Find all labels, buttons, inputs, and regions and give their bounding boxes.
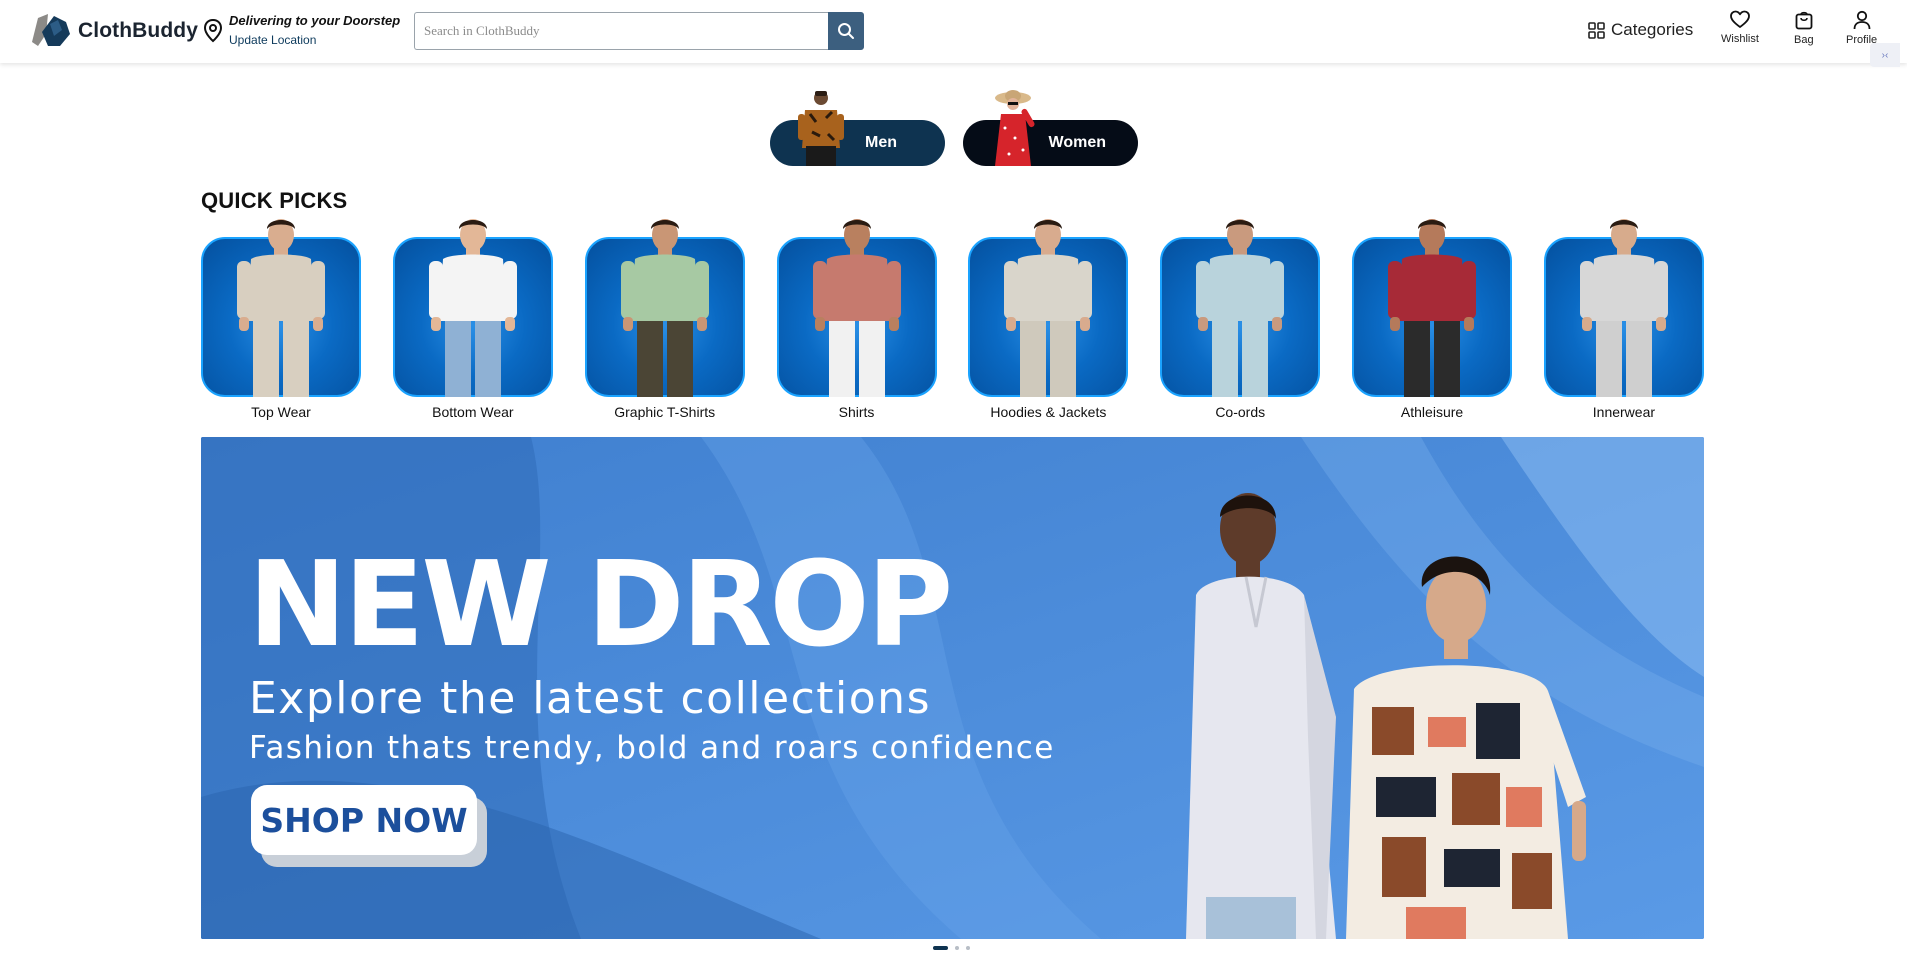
quick-pick-athleisure[interactable]: Athleisure: [1352, 217, 1513, 420]
men-button[interactable]: Men: [770, 88, 945, 166]
shopping-bag-icon: [1795, 11, 1813, 30]
heart-icon: [1730, 10, 1750, 28]
hero-banner[interactable]: NEW DROP Explore the latest collections …: [201, 437, 1704, 939]
quick-pick-label: Co-ords: [1215, 404, 1266, 420]
bag-button[interactable]: Bag: [1794, 10, 1814, 46]
banner-models-image: [1186, 493, 1586, 939]
shop-now-button[interactable]: SHOP NOW: [251, 785, 487, 867]
quick-pick-label: Bottom Wear: [432, 404, 514, 420]
model-image: [237, 219, 325, 397]
brand-logo-link[interactable]: ClothBuddy: [28, 12, 198, 50]
profile-button[interactable]: Profile: [1846, 10, 1877, 46]
quick-pick-label: Top Wear: [251, 404, 311, 420]
men-model-image: [798, 91, 844, 166]
carousel-dot-3[interactable]: [966, 946, 970, 950]
shop-now-label: SHOP NOW: [251, 785, 477, 855]
quick-pick-innerwear[interactable]: Innerwear: [1543, 217, 1704, 420]
search-input[interactable]: [414, 12, 828, 50]
categories-button[interactable]: Categories: [1588, 20, 1693, 40]
delivery-title: Delivering to your Doorstep: [229, 13, 401, 28]
wishlist-label: Wishlist: [1721, 33, 1759, 45]
bag-label: Bag: [1794, 34, 1814, 46]
women-label: Women: [1048, 134, 1106, 151]
wishlist-button[interactable]: Wishlist: [1721, 10, 1759, 45]
quick-pick-top-wear[interactable]: Top Wear: [201, 217, 361, 420]
quick-pick-shirts[interactable]: Shirts: [776, 217, 937, 420]
location-pin-icon: [203, 19, 223, 43]
top-header: ClothBuddy Delivering to your Doorstep U…: [0, 0, 1907, 67]
carousel-indicators: [933, 946, 970, 950]
gender-selector: Men Women: [770, 88, 1138, 166]
categories-label: Categories: [1611, 20, 1694, 39]
brand-logo-icon: [32, 14, 70, 46]
quick-pick-co-ords[interactable]: Co-ords: [1160, 217, 1321, 420]
banner-subheadline: Explore the latest collections: [249, 673, 931, 724]
user-icon: [1853, 10, 1870, 30]
model-image: [1579, 219, 1668, 397]
model-image: [428, 219, 517, 397]
carousel-dot-2[interactable]: [955, 946, 959, 950]
search-button[interactable]: [828, 12, 864, 50]
banner-headline: NEW DROP: [248, 535, 953, 673]
quick-pick-hoodies-jackets[interactable]: Hoodies & Jackets: [968, 217, 1129, 420]
quick-pick-bottom-wear[interactable]: Bottom Wear: [392, 217, 553, 420]
grid-icon: [1588, 21, 1605, 39]
quick-picks-list: Top Wear Bottom Wear Graphic T-Shirts Sh…: [201, 217, 1704, 420]
quick-pick-label: Shirts: [838, 404, 875, 420]
search-bar: [414, 12, 864, 50]
quick-pick-label: Athleisure: [1400, 404, 1464, 420]
quick-pick-label: Hoodies & Jackets: [990, 404, 1107, 420]
quick-picks-title: QUICK PICKS: [201, 188, 348, 213]
women-model-image: [995, 90, 1035, 166]
model-image: [1388, 219, 1477, 397]
update-location-link[interactable]: Update Location: [229, 33, 400, 47]
search-icon: [838, 23, 854, 39]
delivery-location[interactable]: Delivering to your Doorstep Update Locat…: [203, 13, 400, 47]
men-label: Men: [865, 134, 897, 151]
model-image: [812, 219, 901, 397]
side-panel-toggle-icon[interactable]: ›‹: [1870, 43, 1900, 67]
quick-pick-label: Graphic T-Shirts: [614, 404, 716, 420]
model-image: [1004, 219, 1093, 397]
model-image: [1196, 219, 1285, 397]
women-button[interactable]: Women: [963, 88, 1138, 166]
model-image: [620, 219, 709, 397]
carousel-dot-1[interactable]: [933, 946, 948, 950]
banner-tagline: Fashion thats trendy, bold and roars con…: [249, 730, 1055, 766]
quick-pick-label: Innerwear: [1592, 404, 1656, 420]
quick-pick-graphic-tshirts[interactable]: Graphic T-Shirts: [584, 217, 745, 420]
brand-name: ClothBuddy: [78, 19, 198, 42]
